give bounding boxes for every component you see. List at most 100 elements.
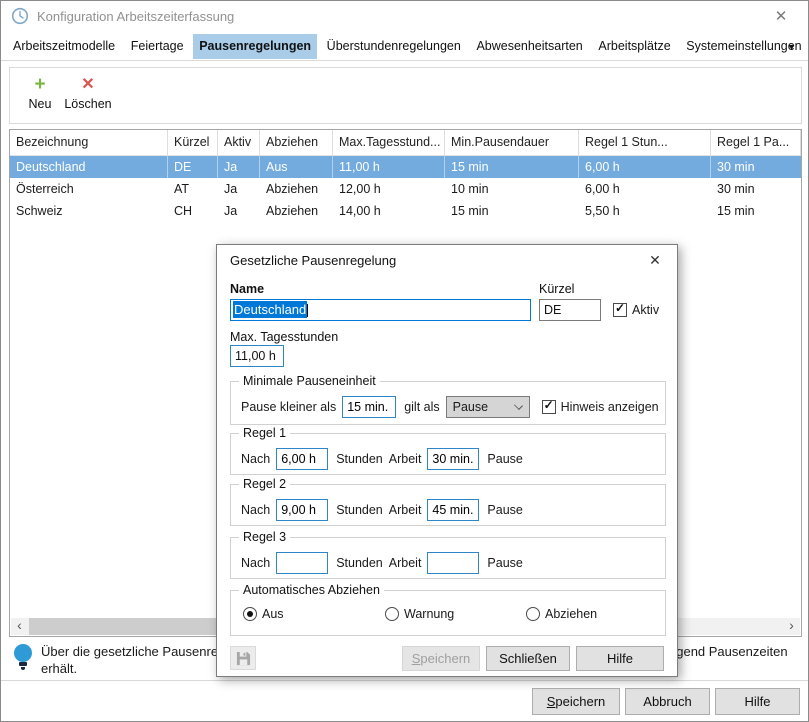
regel1-stunden-input[interactable]: [276, 448, 328, 470]
regel2-stunden-input[interactable]: [276, 499, 328, 521]
dialog-buttons: Speichern Schließen Hilfe: [402, 646, 664, 671]
pause-label: Pause: [487, 556, 522, 570]
chevron-down-icon: [514, 401, 523, 410]
table-row[interactable]: Österreich AT Ja Abziehen 12,00 h 10 min…: [10, 178, 801, 200]
table-row[interactable]: Schweiz CH Ja Abziehen 14,00 h 15 min 5,…: [10, 200, 801, 222]
radio-warnung[interactable]: Warnung: [385, 607, 454, 621]
regel1-pause-input[interactable]: [427, 448, 479, 470]
col-regel1-stunden[interactable]: Regel 1 Stun...: [579, 130, 711, 156]
table-cell: 6,00 h: [579, 156, 711, 178]
dialog-title: Gesetzliche Pausenregelung: [230, 253, 396, 268]
regel2-group: Regel 2 Nach Stunden Arbeit Pause: [230, 484, 666, 526]
table-cell: 30 min: [711, 178, 801, 200]
radio-icon: [385, 607, 399, 621]
regel3-stunden-input[interactable]: [276, 552, 328, 574]
table-cell: Ja: [218, 178, 260, 200]
stunden-label: Stunden: [336, 503, 383, 517]
abbruch-button[interactable]: Abbruch: [625, 688, 710, 715]
floppy-disk-icon: [236, 651, 251, 666]
toolbar: + Neu ✕ Löschen: [9, 67, 802, 124]
aktiv-checkbox[interactable]: ✓Aktiv: [613, 302, 659, 317]
close-icon[interactable]: ✕: [768, 6, 794, 28]
delete-x-icon: ✕: [62, 74, 114, 96]
table-cell: Ja: [218, 200, 260, 222]
regel2-pause-input[interactable]: [427, 499, 479, 521]
nach-label: Nach: [241, 452, 270, 466]
table-cell: 12,00 h: [333, 178, 445, 200]
col-kuerzel[interactable]: Kürzel: [168, 130, 218, 156]
neu-label: Neu: [22, 97, 58, 111]
speichern-button[interactable]: Speichern: [532, 688, 620, 715]
stunden-label: Stunden: [336, 452, 383, 466]
auto-abziehen-group: Automatisches Abziehen Aus Warnung Abzie…: [230, 590, 666, 636]
table-cell: AT: [168, 178, 218, 200]
radio-abziehen[interactable]: Abziehen: [526, 607, 597, 621]
nach-label: Nach: [241, 503, 270, 517]
window-title: Konfiguration Arbeitszeiterfassung: [37, 9, 234, 24]
hinweis-checkbox[interactable]: ✓: [542, 400, 556, 414]
select-value: Pause: [453, 400, 488, 414]
gilt-als-label: gilt als: [404, 400, 439, 414]
footer-separator: [1, 680, 808, 681]
col-aktiv[interactable]: Aktiv: [218, 130, 260, 156]
pausenregelung-dialog: Gesetzliche Pausenregelung ✕ Name Kürzel…: [216, 244, 678, 677]
scroll-left-icon[interactable]: ‹: [11, 618, 28, 635]
col-abziehen[interactable]: Abziehen: [260, 130, 333, 156]
col-max-tagesstunden[interactable]: Max.Tagesstund...: [333, 130, 445, 156]
info-text-line1-left: Über die gesetzliche Pausenregel: [41, 644, 235, 659]
dialog-close-icon[interactable]: ✕: [643, 249, 667, 271]
tab-arbeitszeitmodelle[interactable]: Arbeitszeitmodelle: [7, 34, 121, 59]
tab-arbeitsplaetze[interactable]: Arbeitsplätze: [592, 34, 676, 59]
regel3-title: Regel 3: [239, 530, 290, 544]
table-cell: Schweiz: [10, 200, 168, 222]
radio-aus[interactable]: Aus: [243, 607, 284, 621]
info-text-line1-right: ügend Pausenzeiten: [669, 644, 788, 659]
max-tagesstunden-label: Max. Tagesstunden: [230, 330, 338, 344]
tab-bar: Arbeitszeitmodelle Feiertage Pausenregel…: [1, 32, 808, 61]
save-icon-button[interactable]: [230, 646, 256, 670]
col-bezeichnung[interactable]: Bezeichnung: [10, 130, 168, 156]
name-input[interactable]: Deutschland: [230, 299, 531, 321]
tab-feiertage[interactable]: Feiertage: [125, 34, 190, 59]
hilfe-button[interactable]: Hilfe: [715, 688, 800, 715]
min-pause-input[interactable]: [342, 396, 396, 418]
checkbox-checked-icon: ✓: [613, 303, 627, 317]
footer-buttons: Speichern Abbruch Hilfe: [532, 688, 800, 715]
table-cell: 30 min: [711, 156, 801, 178]
table-cell: 6,00 h: [579, 178, 711, 200]
table-cell: DE: [168, 156, 218, 178]
min-group-title: Minimale Pauseneinheit: [239, 374, 380, 388]
table-cell: 15 min: [445, 200, 579, 222]
regel3-group: Regel 3 Nach Stunden Arbeit Pause: [230, 537, 666, 579]
pause-kleiner-als-label: Pause kleiner als: [241, 400, 336, 414]
dialog-hilfe-button[interactable]: Hilfe: [576, 646, 664, 671]
table-cell: 11,00 h: [333, 156, 445, 178]
auto-group-title: Automatisches Abziehen: [239, 583, 384, 597]
name-input-selected-text: Deutschland: [233, 301, 307, 318]
name-label: Name: [230, 282, 264, 296]
pause-label: Pause: [487, 503, 522, 517]
table-row[interactable]: Deutschland DE Ja Aus 11,00 h 15 min 6,0…: [10, 156, 801, 178]
dialog-schliessen-button[interactable]: Schließen: [486, 646, 570, 671]
tab-pausenregelungen[interactable]: Pausenregelungen: [193, 34, 317, 59]
max-tagesstunden-input[interactable]: [230, 345, 284, 367]
tab-abwesenheitsarten[interactable]: Abwesenheitsarten: [470, 34, 588, 59]
neu-button[interactable]: + Neu: [22, 74, 58, 111]
regel3-pause-input[interactable]: [427, 552, 479, 574]
kuerzel-input[interactable]: [539, 299, 601, 321]
table-cell: 14,00 h: [333, 200, 445, 222]
tab-overflow-icon[interactable]: ▼: [787, 42, 796, 52]
checkbox-checked-icon: ✓: [542, 400, 556, 414]
loeschen-button[interactable]: ✕ Löschen: [62, 74, 114, 111]
arbeit-label: Arbeit: [389, 503, 422, 517]
col-regel1-pause[interactable]: Regel 1 Pa...: [711, 130, 801, 156]
col-min-pausendauer[interactable]: Min.Pausendauer: [445, 130, 579, 156]
scroll-right-icon[interactable]: ›: [783, 618, 800, 635]
min-pauseneinheit-group: Minimale Pauseneinheit Pause kleiner als…: [230, 381, 666, 425]
kuerzel-label: Kürzel: [539, 282, 574, 296]
table-cell: Abziehen: [260, 178, 333, 200]
tab-ueberstundenregelungen[interactable]: Überstundenregelungen: [321, 34, 467, 59]
table-cell: 5,50 h: [579, 200, 711, 222]
gilt-als-select[interactable]: Pause: [446, 396, 530, 418]
table-header: Bezeichnung Kürzel Aktiv Abziehen Max.Ta…: [10, 130, 801, 156]
